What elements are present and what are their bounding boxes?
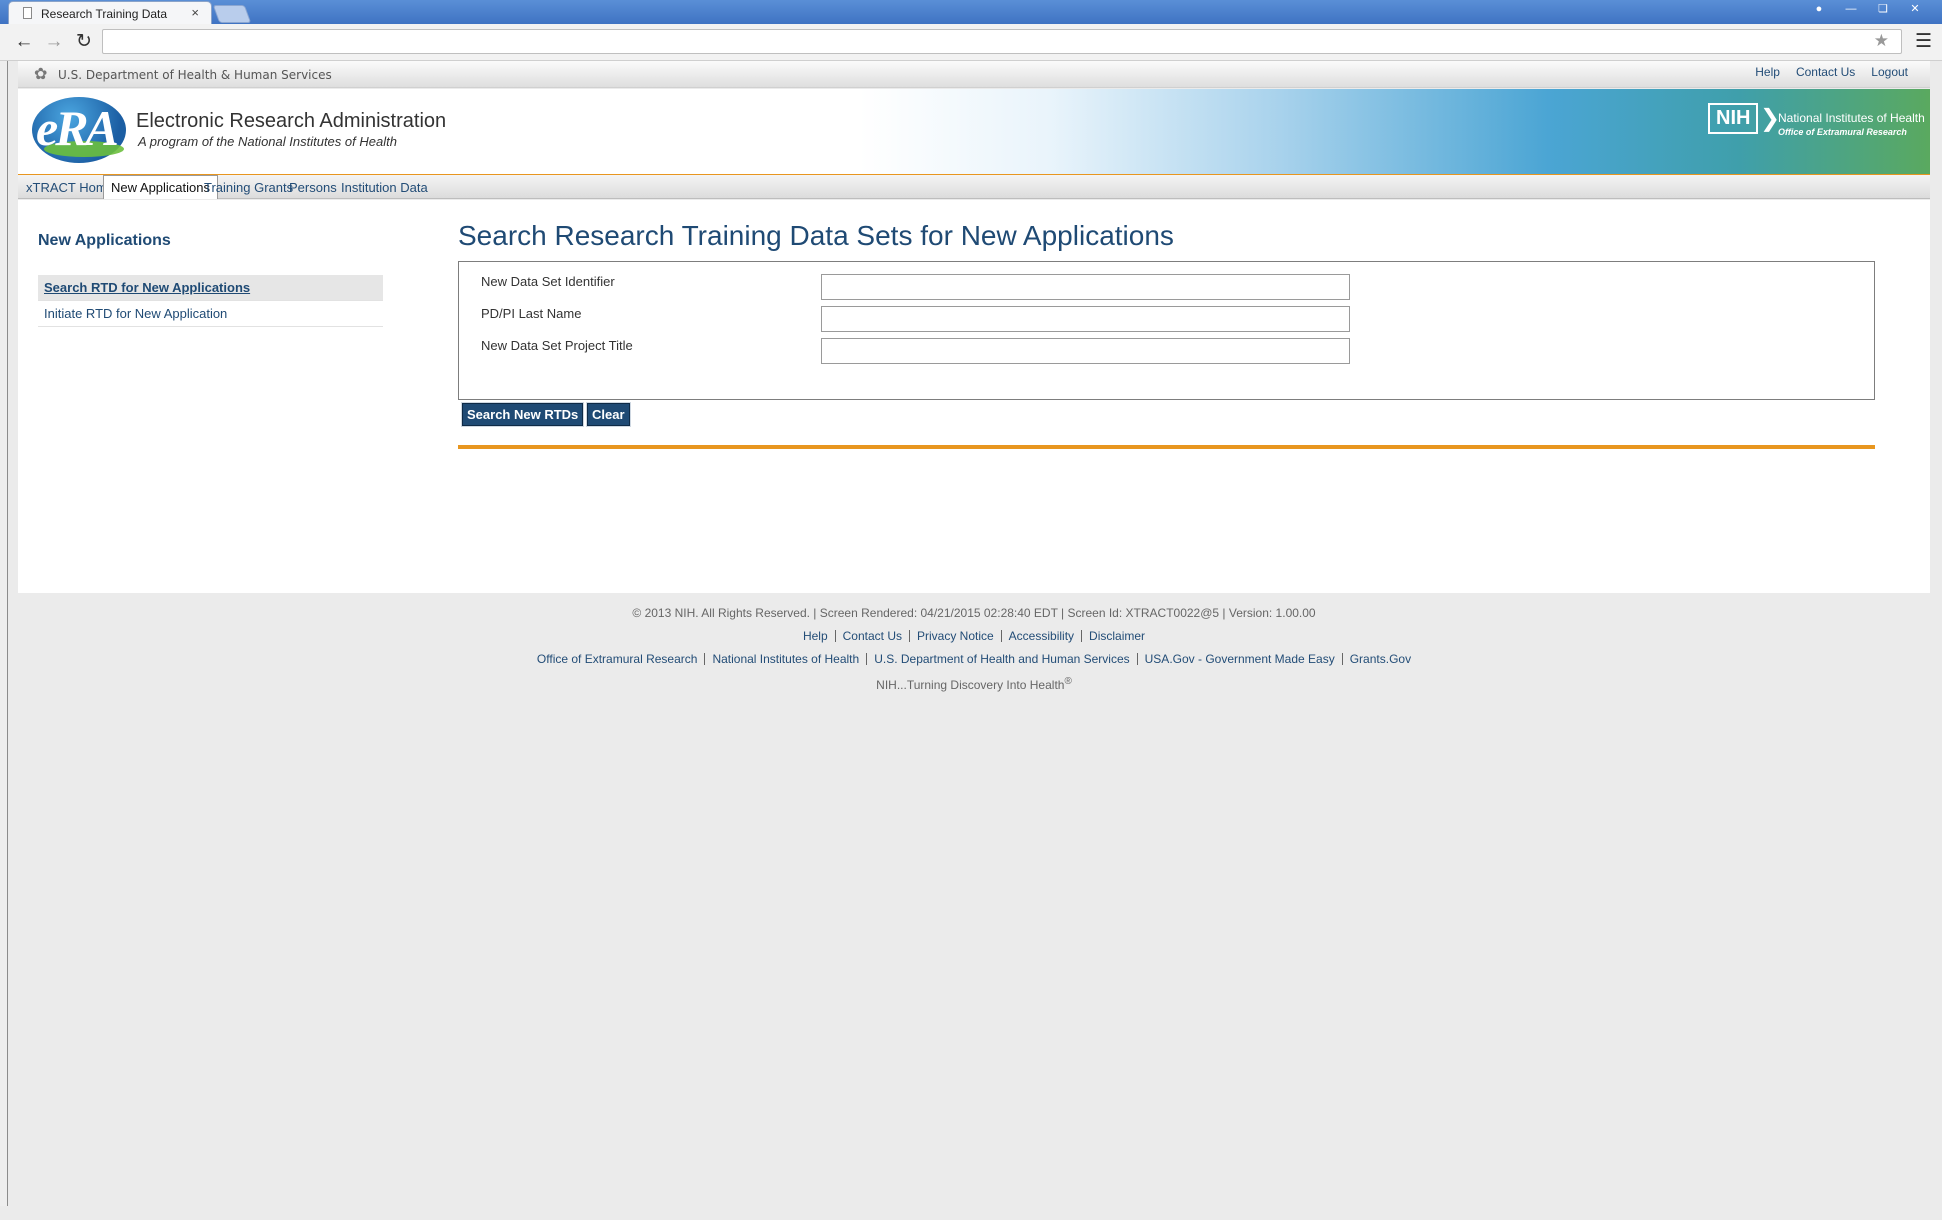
menu-new-applications[interactable]: New Applications: [103, 175, 218, 199]
footer-disclaimer-link[interactable]: Disclaimer: [1082, 630, 1152, 642]
sidebar-title: New Applications: [38, 232, 171, 249]
arrow-right-icon[interactable]: →: [42, 30, 66, 54]
sidebar-item-search-rtd[interactable]: Search RTD for New Applications: [38, 275, 383, 301]
search-form: New Data Set Identifier PD/PI Last Name …: [458, 261, 1875, 400]
main-menu: xTRACT Home New Applications Training Gr…: [18, 175, 1930, 199]
footer-links: Help Contact Us Privacy Notice Accessibi…: [18, 630, 1930, 642]
document-icon: [23, 7, 32, 19]
era-banner: eRA Electronic Research Administration A…: [18, 89, 1930, 178]
hhs-bar: ✿ U.S. Department of Health & Human Serv…: [18, 61, 1930, 88]
nih-office: Office of Extramural Research: [1778, 127, 1907, 137]
era-logo-text: eRA: [36, 100, 119, 156]
nih-logo[interactable]: NIH: [1708, 103, 1759, 134]
footer-privacy-link[interactable]: Privacy Notice: [910, 630, 1002, 642]
tab-title: Research Training Data: [41, 7, 168, 21]
window-controls: ● — ❏ ✕: [1806, 1, 1928, 17]
pdpi-last-name-input[interactable]: [821, 306, 1350, 332]
footer-tagline-text: NIH...Turning Discovery Into Health: [876, 678, 1065, 692]
footer-tagline: NIH...Turning Discovery Into Health®: [18, 676, 1930, 692]
menu-xtract-home[interactable]: xTRACT Home: [26, 180, 114, 195]
star-icon[interactable]: ★: [1874, 31, 1889, 51]
pdpi-last-name-label: PD/PI Last Name: [481, 306, 582, 321]
registered-mark: ®: [1064, 676, 1072, 687]
footer-accessibility-link[interactable]: Accessibility: [1002, 630, 1083, 642]
section-divider: [458, 445, 1875, 449]
clear-button[interactable]: Clear: [586, 402, 631, 427]
footer-usagov-link[interactable]: USA.Gov - Government Made Easy: [1138, 653, 1343, 665]
sidebar-item-initiate-rtd[interactable]: Initiate RTD for New Application: [38, 301, 383, 327]
footer-contact-us-link[interactable]: Contact Us: [836, 630, 910, 642]
window-edge: [0, 61, 8, 1206]
close-window-icon[interactable]: ✕: [1902, 1, 1928, 17]
browser-toolbar: ← → ↻ ★ ☰: [0, 24, 1942, 61]
project-title-input[interactable]: [821, 338, 1350, 364]
menu-persons[interactable]: Persons: [289, 180, 337, 195]
arrow-left-icon[interactable]: ←: [12, 30, 36, 54]
hamburger-menu-icon[interactable]: ☰: [1915, 30, 1932, 53]
footer-help-link[interactable]: Help: [796, 630, 836, 642]
restore-icon[interactable]: ❏: [1870, 1, 1896, 17]
footer-external-links: Office of Extramural Research National I…: [18, 653, 1930, 665]
search-new-rtds-button[interactable]: Search New RTDs: [460, 402, 585, 427]
data-set-identifier-label: New Data Set Identifier: [481, 274, 615, 289]
contact-us-link[interactable]: Contact Us: [1796, 65, 1855, 79]
close-tab-icon[interactable]: ×: [191, 5, 199, 20]
hhs-text: U.S. Department of Health & Human Servic…: [58, 68, 332, 82]
logout-link[interactable]: Logout: [1871, 65, 1908, 79]
project-title-label: New Data Set Project Title: [481, 338, 633, 353]
browser-tab[interactable]: Research Training Data ×: [8, 1, 212, 25]
footer-hhs-link[interactable]: U.S. Department of Health and Human Serv…: [867, 653, 1138, 665]
hhs-eagle-icon: ✿: [34, 66, 48, 83]
footer-nih-link[interactable]: National Institutes of Health: [705, 653, 868, 665]
top-links: Help Contact Us Logout: [1755, 65, 1908, 79]
reload-icon[interactable]: ↻: [72, 30, 96, 54]
page-title: Search Research Training Data Sets for N…: [458, 220, 1174, 251]
new-tab-button[interactable]: [212, 5, 252, 23]
minimize-icon[interactable]: —: [1838, 1, 1864, 17]
data-set-identifier-input[interactable]: [821, 274, 1350, 300]
footer-copyright: © 2013 NIH. All Rights Reserved. | Scree…: [632, 606, 1316, 620]
address-bar[interactable]: ★: [102, 29, 1902, 54]
help-link[interactable]: Help: [1755, 65, 1780, 79]
content-area: New Applications Search RTD for New Appl…: [18, 200, 1930, 593]
user-icon[interactable]: ●: [1806, 1, 1832, 17]
footer-grantsgov-link[interactable]: Grants.Gov: [1343, 653, 1418, 665]
era-subtitle: A program of the National Institutes of …: [138, 134, 397, 149]
footer-oer-link[interactable]: Office of Extramural Research: [530, 653, 706, 665]
nih-name: National Institutes of Health: [1778, 111, 1925, 125]
page: ✿ U.S. Department of Health & Human Serv…: [0, 61, 1942, 1220]
menu-institution-data[interactable]: Institution Data: [341, 180, 428, 195]
era-title: Electronic Research Administration: [136, 110, 447, 132]
menu-training-grants[interactable]: Training Grants: [204, 180, 293, 195]
browser-titlebar: Research Training Data × ● — ❏ ✕: [0, 0, 1942, 25]
